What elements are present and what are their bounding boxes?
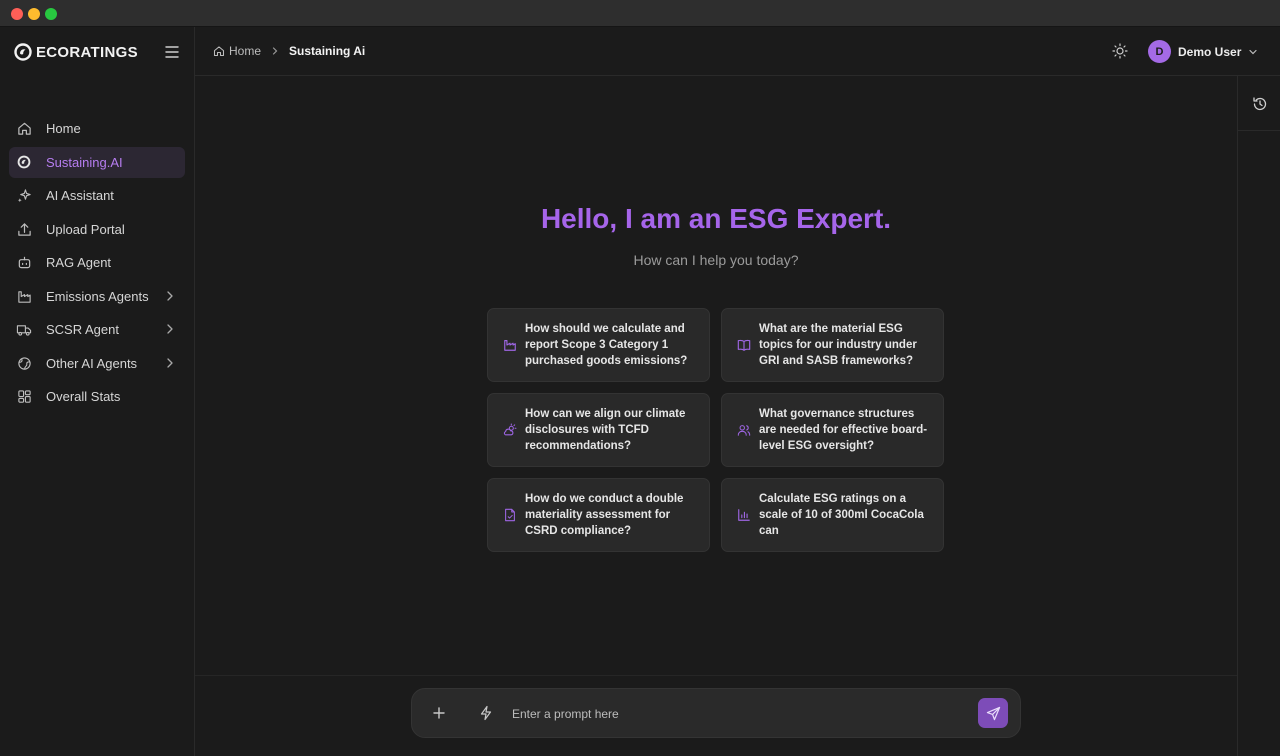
truck-icon: [16, 322, 32, 338]
suggestion-text: How do we conduct a double materiality a…: [525, 493, 684, 537]
home-icon: [213, 46, 225, 57]
sidebar-nav: Home Sustaining.AI AI Assistant Upload P…: [9, 113, 185, 415]
composer-divider: [195, 675, 1237, 676]
maximize-window-button[interactable]: [45, 8, 57, 20]
plus-icon[interactable]: [431, 705, 447, 721]
send-icon: [986, 706, 1000, 720]
sidebar: ECORATINGS Home Sustaining.AI AI Assista…: [0, 27, 195, 756]
user-name: Demo User: [1178, 44, 1242, 59]
sparkles-icon: [16, 188, 32, 204]
sidebar-item-upload-portal[interactable]: Upload Portal: [9, 214, 185, 245]
suggestion-card[interactable]: What governance structures are needed fo…: [721, 393, 944, 467]
suggestion-card[interactable]: How do we conduct a double materiality a…: [487, 478, 710, 552]
sidebar-item-ai-assistant[interactable]: AI Assistant: [9, 180, 185, 211]
sidebar-item-sustaining-ai[interactable]: Sustaining.AI: [9, 146, 185, 178]
sidebar-item-label: RAG Agent: [46, 255, 112, 270]
user-menu[interactable]: D Demo User: [1148, 40, 1258, 63]
logo-icon: [16, 154, 32, 170]
page-title: Hello, I am an ESG Expert.: [540, 203, 892, 234]
breadcrumb: Home Sustaining Ai: [213, 44, 365, 58]
document-icon: [505, 508, 515, 522]
avatar: D: [1148, 40, 1171, 63]
top-bar: Home Sustaining Ai D Demo User: [195, 27, 1280, 76]
sidebar-item-overall-stats[interactable]: Overall Stats: [9, 381, 185, 412]
window-titlebar: [0, 0, 1280, 27]
chevron-right-icon: [272, 47, 278, 55]
suggestion-card[interactable]: How should we calculate and report Scope…: [487, 308, 710, 382]
sidebar-item-label: Overall Stats: [46, 389, 121, 404]
sidebar-item-label: Upload Portal: [46, 221, 125, 237]
logo-icon: [14, 43, 32, 61]
suggestion-text: How should we calculate and report Scope…: [525, 323, 688, 367]
suggestion-text: What governance structures are needed fo…: [759, 408, 928, 452]
chevron-right-icon: [167, 290, 173, 301]
sidebar-item-label: SCSR Agent: [46, 322, 119, 337]
sidebar-item-label: Home: [46, 121, 81, 136]
suggestion-text: Calculate ESG ratings on a scale of 10 o…: [759, 493, 924, 537]
sidebar-item-emissions-agents[interactable]: Emissions Agents: [9, 281, 185, 312]
prompt-composer: [411, 688, 1021, 738]
breadcrumb-current: Sustaining Ai: [289, 44, 366, 58]
chevron-down-icon: [1249, 49, 1257, 54]
suggestion-card[interactable]: Calculate ESG ratings on a scale of 10 o…: [721, 478, 944, 552]
suggestion-text: What are the material ESG topics for our…: [759, 323, 917, 367]
bot-icon: [16, 255, 32, 271]
factory-icon: [16, 288, 32, 304]
grid-icon: [16, 389, 32, 405]
history-icon[interactable]: [1252, 96, 1268, 112]
main-content: Hello, I am an ESG Expert. How can I hel…: [195, 76, 1237, 756]
suggestion-card[interactable]: What are the material ESG topics for our…: [721, 308, 944, 382]
chevron-right-icon: [167, 357, 173, 368]
brand-logo[interactable]: ECORATINGS: [14, 42, 138, 62]
users-icon: [737, 425, 751, 436]
sidebar-item-label: Emissions Agents: [46, 288, 149, 304]
sidebar-item-home[interactable]: Home: [9, 113, 185, 144]
prompt-input[interactable]: [512, 701, 962, 727]
sidebar-item-scsr-agent[interactable]: SCSR Agent: [9, 314, 185, 345]
close-window-button[interactable]: [11, 8, 23, 20]
cloud-sun-icon: [503, 423, 517, 436]
factory-icon: [504, 340, 516, 351]
book-icon: [737, 339, 751, 351]
sidebar-item-rag-agent[interactable]: RAG Agent: [9, 247, 185, 278]
page-subtitle: How can I help you today?: [633, 252, 799, 268]
lightning-icon[interactable]: [478, 705, 494, 721]
hamburger-icon: [165, 46, 179, 58]
sidebar-item-label: AI Assistant: [46, 188, 114, 203]
send-button[interactable]: [978, 698, 1008, 728]
sun-icon[interactable]: [1112, 43, 1128, 59]
bar-chart-icon: [738, 509, 750, 521]
sidebar-item-label: Sustaining.AI: [46, 154, 123, 170]
sidebar-item-other-ai-agents[interactable]: Other AI Agents: [9, 348, 185, 379]
upload-icon: [16, 221, 32, 237]
right-rail: [1237, 76, 1280, 756]
breadcrumb-home-link[interactable]: Home: [229, 44, 261, 58]
minimize-window-button[interactable]: [28, 8, 40, 20]
suggestion-text: How can we align our climate disclosures…: [525, 408, 686, 452]
menu-toggle-button[interactable]: [163, 43, 181, 61]
rail-divider: [1238, 130, 1280, 131]
globe-icon: [16, 355, 32, 371]
brand-name: ECORATINGS: [36, 43, 138, 61]
sidebar-item-label: Other AI Agents: [46, 355, 138, 371]
home-icon: [16, 121, 32, 137]
suggestion-card[interactable]: How can we align our climate disclosures…: [487, 393, 710, 467]
chevron-right-icon: [167, 324, 173, 334]
